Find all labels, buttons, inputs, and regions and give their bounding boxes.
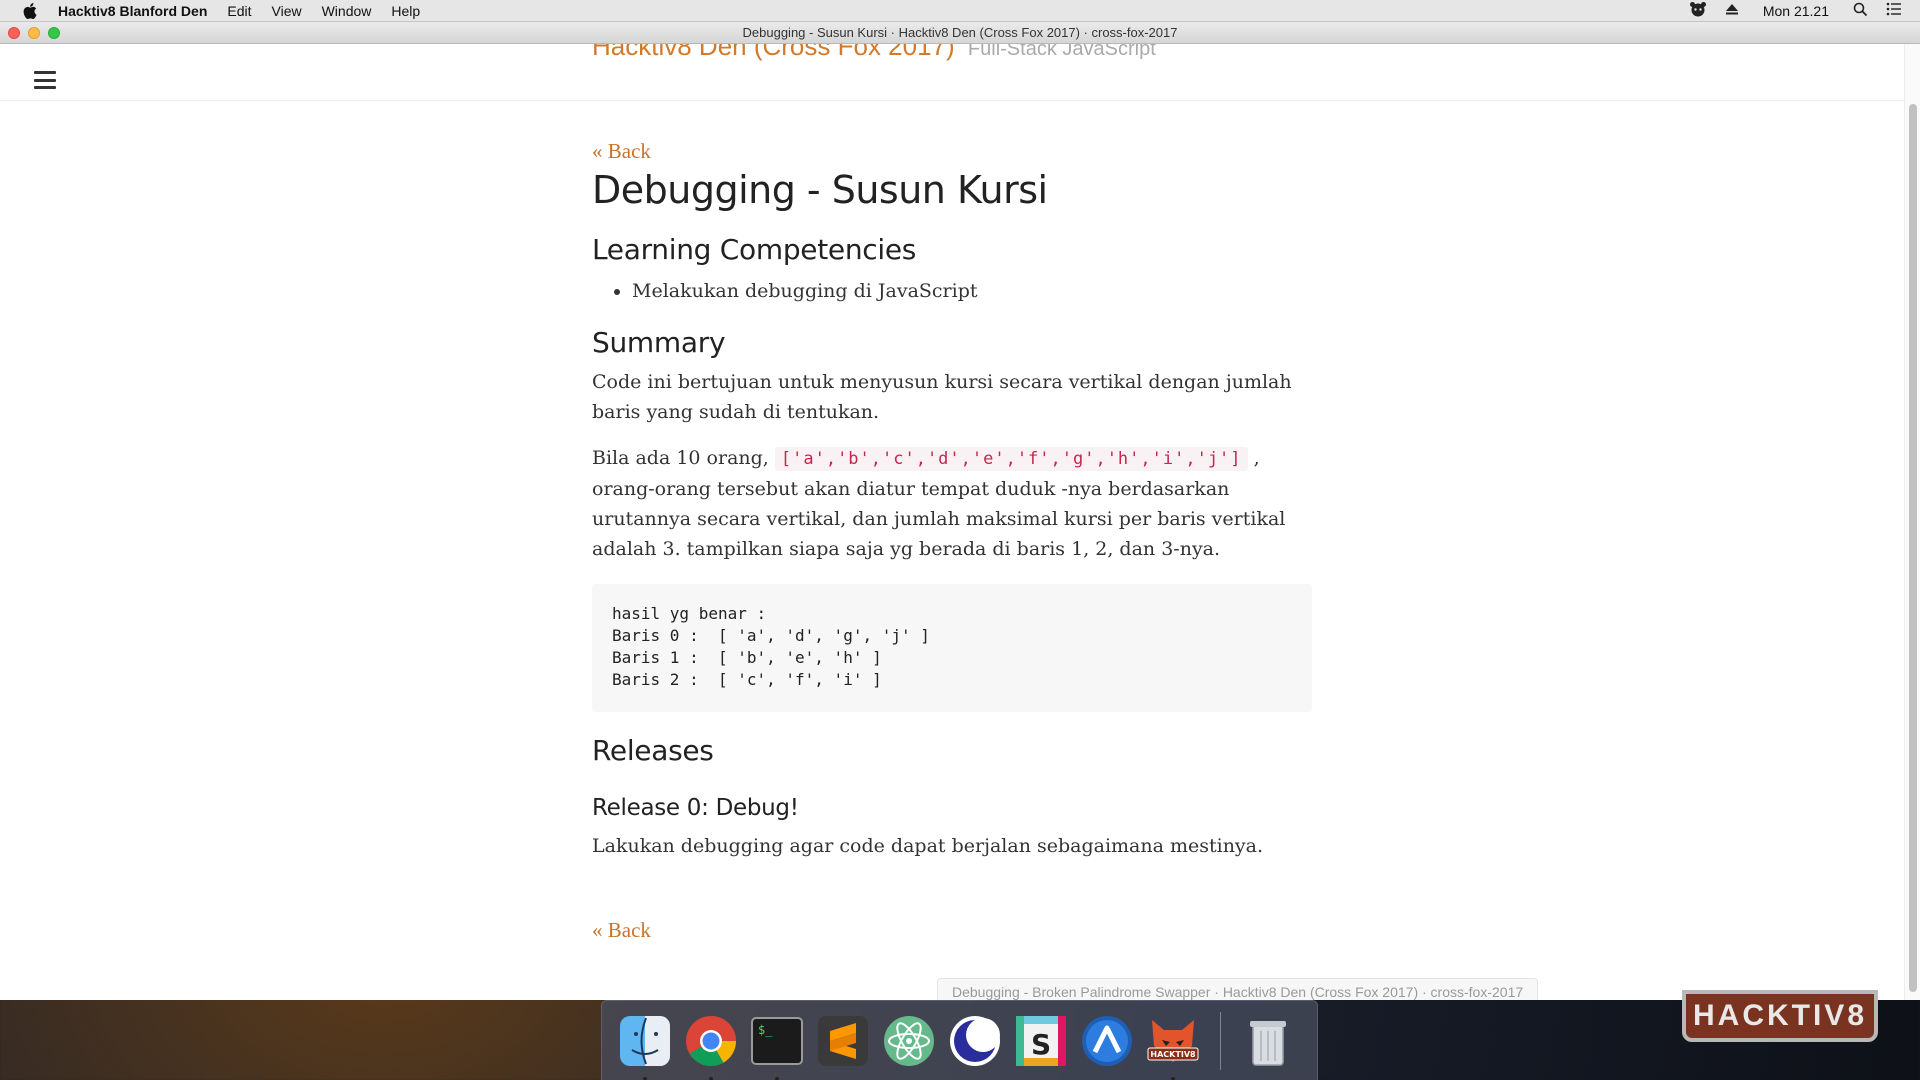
window-titlebar[interactable]: Debugging - Susun Kursi · Hacktiv8 Den (… [0, 22, 1920, 44]
releases-heading: Releases [592, 734, 714, 767]
slack-letter: S [1031, 1028, 1051, 1061]
menu-edit[interactable]: Edit [227, 3, 251, 19]
vertical-scrollbar[interactable] [1904, 44, 1920, 1000]
maximize-window-button[interactable] [48, 27, 60, 39]
menu-bar: Hacktiv8 Blanford Den Edit View Window H… [0, 0, 1920, 22]
terminal-prompt-text: $_ [758, 1023, 773, 1037]
status-app-icon[interactable] [1689, 1, 1707, 20]
summary-heading: Summary [592, 326, 726, 359]
app-name-menu[interactable]: Hacktiv8 Blanford Den [58, 3, 207, 19]
back-link-bottom[interactable]: « Back [592, 918, 651, 943]
close-window-button[interactable] [8, 27, 20, 39]
hamburger-menu-icon[interactable] [34, 71, 56, 89]
eject-icon[interactable] [1725, 2, 1739, 19]
hacktiv8-fox-icon[interactable]: HACKTIV8 [1144, 1012, 1202, 1080]
site-subtitle: Full-Stack JavaScript [967, 44, 1156, 60]
notification-center-icon[interactable] [1886, 2, 1902, 19]
page-title: Debugging - Susun Kursi [592, 168, 1048, 212]
code-block: hasil yg benar : Baris 0 : [ 'a', 'd', '… [592, 584, 1312, 712]
link-status-tooltip: Debugging - Broken Palindrome Swapper · … [937, 978, 1539, 1000]
summary-text-before: Bila ada 10 orang, [592, 447, 775, 469]
window-controls [8, 27, 60, 39]
trash-icon[interactable] [1239, 1012, 1297, 1070]
dock: $_ S HACKTIV8 [601, 1000, 1318, 1080]
spotlight-search-icon[interactable] [1853, 2, 1868, 20]
scrollbar-thumb[interactable] [1909, 104, 1917, 992]
chrome-icon[interactable] [682, 1012, 740, 1080]
page-content: Hacktiv8 Den (Cross Fox 2017) Full-Stack… [0, 44, 1920, 1000]
window-title: Debugging - Susun Kursi · Hacktiv8 Den (… [742, 25, 1178, 40]
release-0-text: Lakukan debugging agar code dapat berjal… [592, 835, 1264, 857]
inline-code-array: ['a','b','c','d','e','f','g','h','i','j'… [774, 447, 1248, 471]
atom-editor-icon[interactable] [880, 1012, 938, 1070]
summary-paragraph-1: Code ini bertujuan untuk menyusun kursi … [592, 371, 1292, 423]
summary-paragraph-2: Bila ada 10 orang, ['a','b','c','d','e',… [592, 443, 1312, 564]
app-window: Debugging - Susun Kursi · Hacktiv8 Den (… [0, 22, 1920, 1000]
finder-icon[interactable] [616, 1012, 674, 1080]
menu-help[interactable]: Help [391, 3, 420, 19]
moon-app-icon[interactable] [946, 1012, 1004, 1070]
dock-separator [1220, 1011, 1221, 1070]
menu-window[interactable]: Window [322, 3, 372, 19]
competencies-heading: Learning Competencies [592, 233, 917, 266]
site-title[interactable]: Hacktiv8 Den (Cross Fox 2017) Full-Stack… [592, 44, 1156, 62]
hacktiv8-icon-label: HACKTIV8 [1150, 1050, 1196, 1059]
menu-view[interactable]: View [272, 3, 302, 19]
list-item: Melakukan debugging di JavaScript [632, 276, 1312, 306]
article: « Back Debugging - Susun Kursi Learning … [592, 139, 1312, 943]
site-header: Hacktiv8 Den (Cross Fox 2017) Full-Stack… [0, 44, 1904, 101]
desktop-brand-badge: HACKTIV8 [1682, 990, 1878, 1042]
site-title-text[interactable]: Hacktiv8 Den (Cross Fox 2017) [592, 44, 955, 61]
competencies-list: Melakukan debugging di JavaScript [632, 276, 1312, 306]
sublime-text-icon[interactable] [814, 1012, 872, 1070]
terminal-icon[interactable]: $_ [748, 1012, 806, 1080]
menubar-clock[interactable]: Mon 21.21 [1763, 3, 1829, 19]
minimize-window-button[interactable] [28, 27, 40, 39]
slack-icon[interactable]: S [1012, 1012, 1070, 1070]
arduino-a-icon[interactable] [1078, 1012, 1136, 1070]
apple-menu-icon[interactable] [20, 0, 40, 22]
release-0-heading: Release 0: Debug! [592, 795, 799, 821]
back-link-top[interactable]: « Back [592, 139, 651, 164]
